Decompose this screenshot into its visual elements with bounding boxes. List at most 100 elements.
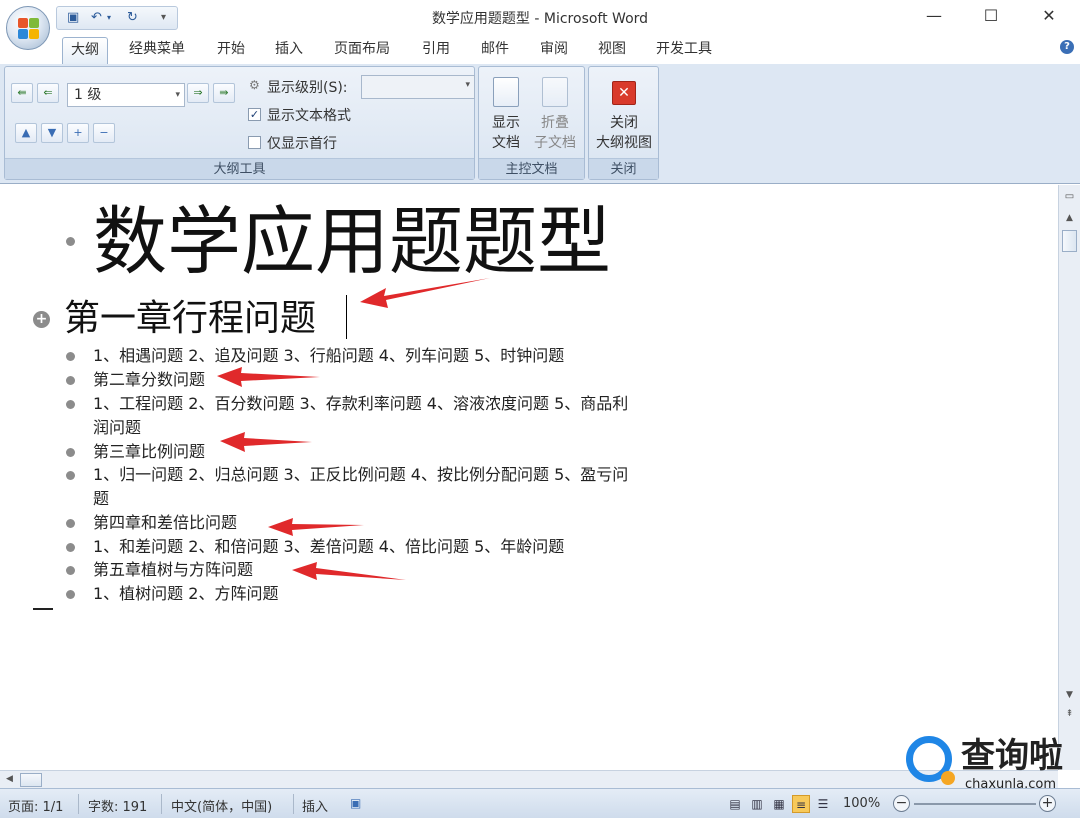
outline-line[interactable]: 1、工程问题 2、百分数问题 3、存款利率问题 4、溶液浓度问题 5、商品利 xyxy=(93,392,628,416)
document-title[interactable]: 数学应用题题型 xyxy=(93,197,611,287)
outline-bullet[interactable] xyxy=(66,590,75,599)
previous-page-icon[interactable]: ⇞ xyxy=(1062,707,1077,722)
tab-classic-menu[interactable]: 经典菜单 xyxy=(121,40,193,64)
page-count[interactable]: 页面: 1/1 xyxy=(8,796,63,815)
end-of-document-mark xyxy=(33,608,53,610)
master-document-group: 显示 文档 折叠 子文档 主控文档 xyxy=(478,66,585,180)
annotation-arrow xyxy=(292,562,406,580)
outline-line[interactable]: 1、植树问题 2、方阵问题 xyxy=(93,582,278,606)
show-first-line-label: 仅显示首行 xyxy=(267,136,337,152)
draft-view-icon[interactable]: ☰ xyxy=(814,795,832,813)
full-screen-reading-icon[interactable]: ▥ xyxy=(748,795,766,813)
tab-home[interactable]: 开始 xyxy=(209,40,253,64)
close-outline-view-button[interactable]: ✕ 关闭 大纲视图 xyxy=(594,73,654,157)
ruler-toggle-icon[interactable]: ▭ xyxy=(1062,189,1077,204)
tab-insert[interactable]: 插入 xyxy=(267,40,311,64)
language-indicator[interactable]: 中文(简体，中国) xyxy=(171,796,272,815)
outline-line[interactable]: 第五章植树与方阵问题 xyxy=(93,558,253,582)
vertical-scrollbar[interactable]: ▭ ▲ ▼ ⇞ xyxy=(1058,185,1080,770)
tab-outline[interactable]: 大纲 xyxy=(62,37,108,64)
outline-view-icon[interactable]: ≡ xyxy=(792,795,810,813)
promote-button[interactable]: ⇐ xyxy=(37,83,59,103)
outline-line[interactable]: 第三章比例问题 xyxy=(93,440,205,464)
watermark-url: chaxunla.com xyxy=(965,777,1056,792)
outline-bullet[interactable] xyxy=(66,352,75,361)
outline-bullet[interactable] xyxy=(66,519,75,528)
macro-record-icon[interactable]: ▣ xyxy=(350,796,361,810)
expand-heading-icon[interactable]: + xyxy=(33,311,50,328)
ribbon: ⇚ ⇐ 1 级 ▾ ⇒ ⇛ ▲ ▼ + − ⚙ 显示级别(S): ▾ ✓ 显示文… xyxy=(0,64,1080,184)
collapse-label-1: 折叠 xyxy=(541,115,569,131)
outline-bullet[interactable] xyxy=(66,400,75,409)
collapse-subdocuments-button[interactable]: 折叠 子文档 xyxy=(525,73,585,157)
annotation-arrow xyxy=(268,518,364,536)
outline-bullet[interactable] xyxy=(66,237,75,246)
tab-references[interactable]: 引用 xyxy=(414,40,458,64)
scroll-up-icon[interactable]: ▲ xyxy=(1062,211,1077,226)
chevron-down-icon: ▾ xyxy=(175,90,180,100)
title-bar: ▣ ↶ ▾ ↻ ▾ 数学应用题题型 - Microsoft Word — ☐ ✕ xyxy=(0,0,1080,50)
promote-to-heading1-button[interactable]: ⇚ xyxy=(11,83,33,103)
outline-line[interactable]: 1、相遇问题 2、追及问题 3、行船问题 4、列车问题 5、时钟问题 xyxy=(93,344,564,368)
expand-button[interactable]: + xyxy=(67,123,89,143)
show-level-select[interactable]: ▾ xyxy=(361,75,475,99)
chapter-heading[interactable]: 第一章行程问题 xyxy=(64,295,316,343)
help-icon[interactable]: ? xyxy=(1060,40,1074,54)
maximize-button[interactable]: ☐ xyxy=(971,4,1011,28)
demote-to-body-button[interactable]: ⇛ xyxy=(213,83,235,103)
tab-mailings[interactable]: 邮件 xyxy=(473,40,517,64)
close-outline-label-2: 大纲视图 xyxy=(596,135,652,151)
outline-line[interactable]: 1、和差问题 2、和倍问题 3、差倍问题 4、倍比问题 5、年龄问题 xyxy=(93,535,564,559)
insert-mode[interactable]: 插入 xyxy=(302,796,328,815)
show-level-label: 显示级别(S): xyxy=(267,80,348,96)
outline-line[interactable]: 1、归一问题 2、归总问题 3、正反比例问题 4、按比例分配问题 5、盈亏问 xyxy=(93,463,628,487)
tab-view[interactable]: 视图 xyxy=(590,40,634,64)
move-up-button[interactable]: ▲ xyxy=(15,123,37,143)
outline-bullet[interactable] xyxy=(66,543,75,552)
outline-line[interactable]: 题 xyxy=(93,487,109,511)
close-group: ✕ 关闭 大纲视图 关闭 xyxy=(588,66,659,180)
zoom-out-icon[interactable]: − xyxy=(893,795,910,812)
document-area[interactable]: 数学应用题题型 + 第一章行程问题 1、相遇问题 2、追及问题 3、行船问题 4… xyxy=(0,185,1058,770)
show-text-format-label: 显示文本格式 xyxy=(267,108,351,124)
zoom-level[interactable]: 100% xyxy=(843,796,880,811)
scroll-down-icon[interactable]: ▼ xyxy=(1062,688,1077,703)
chevron-down-icon: ▾ xyxy=(465,80,470,90)
demote-button[interactable]: ⇒ xyxy=(187,83,209,103)
outline-level-select[interactable]: 1 级 ▾ xyxy=(67,83,185,107)
show-first-line-checkbox[interactable] xyxy=(248,136,261,149)
move-down-button[interactable]: ▼ xyxy=(41,123,63,143)
horizontal-scroll-thumb[interactable] xyxy=(20,773,42,787)
zoom-slider[interactable] xyxy=(914,803,1036,805)
office-button[interactable] xyxy=(6,6,50,50)
tab-developer[interactable]: 开发工具 xyxy=(648,40,720,64)
outline-bullet[interactable] xyxy=(66,566,75,575)
show-text-format-checkbox[interactable]: ✓ xyxy=(248,108,261,121)
ribbon-tabs: 大纲 经典菜单 开始 插入 页面布局 引用 邮件 审阅 视图 开发工具 ? xyxy=(0,34,1080,64)
watermark-logo-dot xyxy=(941,771,955,785)
word-count[interactable]: 字数: 191 xyxy=(88,796,147,815)
status-divider xyxy=(161,794,162,814)
subdocument-icon xyxy=(542,77,568,107)
outline-line[interactable]: 润问题 xyxy=(93,416,141,440)
outline-tools-group: ⇚ ⇐ 1 级 ▾ ⇒ ⇛ ▲ ▼ + − ⚙ 显示级别(S): ▾ ✓ 显示文… xyxy=(4,66,475,180)
outline-line[interactable]: 第二章分数问题 xyxy=(93,368,205,392)
close-button[interactable]: ✕ xyxy=(1029,4,1069,28)
annotation-arrow xyxy=(217,367,320,387)
minimize-button[interactable]: — xyxy=(914,4,954,28)
zoom-in-icon[interactable]: + xyxy=(1039,795,1056,812)
outline-bullet[interactable] xyxy=(66,471,75,480)
scroll-left-icon[interactable]: ◀ xyxy=(2,772,17,787)
status-divider xyxy=(293,794,294,814)
tab-review[interactable]: 审阅 xyxy=(532,40,576,64)
web-layout-icon[interactable]: ▦ xyxy=(770,795,788,813)
outline-bullet[interactable] xyxy=(66,448,75,457)
print-layout-view-icon[interactable]: ▤ xyxy=(726,795,744,813)
horizontal-scrollbar[interactable]: ◀ xyxy=(0,770,1058,788)
text-cursor xyxy=(346,295,347,339)
vertical-scroll-thumb[interactable] xyxy=(1062,230,1077,252)
outline-line[interactable]: 第四章和差倍比问题 xyxy=(93,511,237,535)
tab-page-layout[interactable]: 页面布局 xyxy=(326,40,398,64)
outline-bullet[interactable] xyxy=(66,376,75,385)
collapse-button[interactable]: − xyxy=(93,123,115,143)
